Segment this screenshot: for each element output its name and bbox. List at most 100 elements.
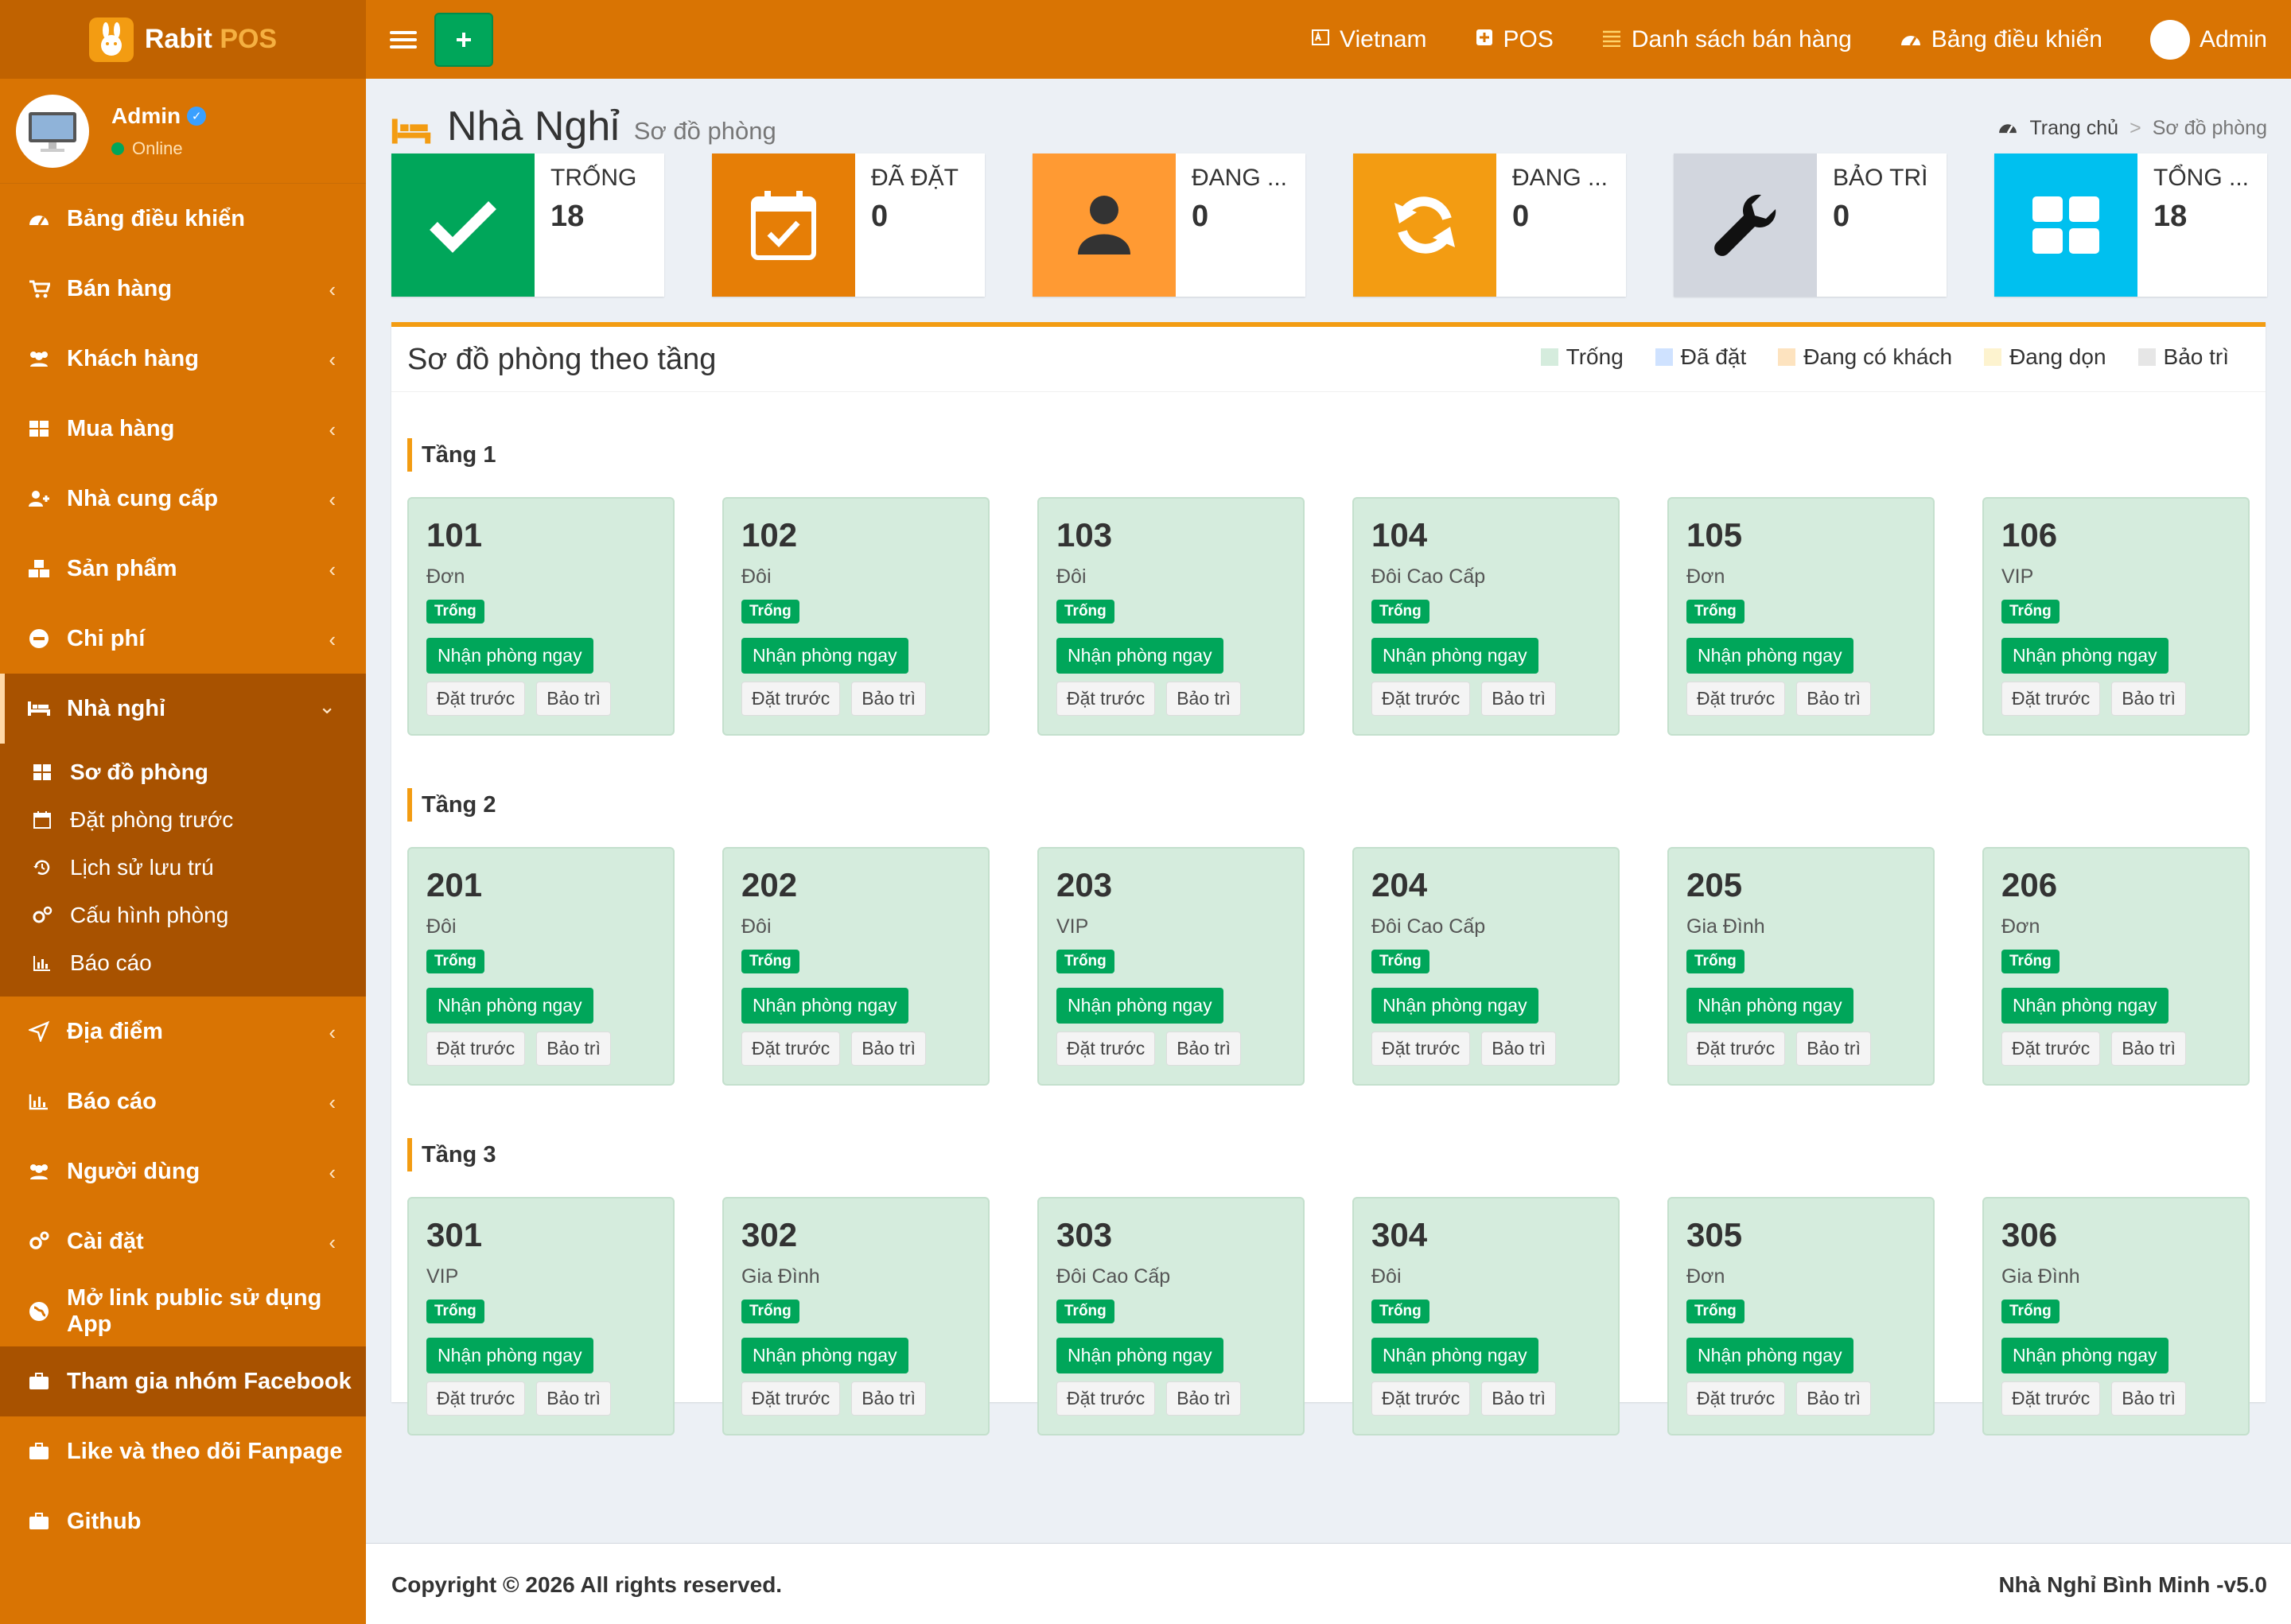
room-card[interactable]: 301 VIP Trống Nhận phòng ngay Đặt trước Bảo t… [407,1197,675,1436]
add-button[interactable] [434,12,493,67]
book-button[interactable]: Đặt trước [1056,682,1156,716]
maintenance-button[interactable]: Bảo trì [1481,682,1556,716]
pos-link[interactable]: POS [1475,26,1554,53]
room-card[interactable]: 302 Gia Đình Trống Nhận phòng ngay Đặt trước… [722,1197,990,1436]
sidebar-subitem-booking[interactable]: Đặt phòng trước [0,796,366,844]
room-card[interactable]: 305 Đơn Trống Nhận phòng ngay Đặt trước Bảo t… [1667,1197,1935,1436]
sidebar-item-purchases[interactable]: Mua hàng ‹ [0,394,366,464]
maintenance-button[interactable]: Bảo trì [2111,682,2186,716]
book-button[interactable]: Đặt trước [426,1381,526,1416]
maintenance-button[interactable]: Bảo trì [851,1032,926,1066]
checkin-button[interactable]: Nhận phòng ngay [741,988,908,1024]
room-card[interactable]: 202 Đôi Trống Nhận phòng ngay Đặt trước Bảo t… [722,847,990,1086]
book-button[interactable]: Đặt trước [1371,1381,1471,1416]
checkin-button[interactable]: Nhận phòng ngay [426,638,593,674]
sidebar-item-suppliers[interactable]: Nhà cung cấp ‹ [0,464,366,534]
book-button[interactable]: Đặt trước [741,1032,841,1066]
admin-menu[interactable]: Admin [2149,19,2267,60]
maintenance-button[interactable]: Bảo trì [1796,1381,1871,1416]
checkin-button[interactable]: Nhận phòng ngay [2001,1338,2168,1373]
book-button[interactable]: Đặt trước [1371,1032,1471,1066]
room-card[interactable]: 304 Đôi Trống Nhận phòng ngay Đặt trước Bảo t… [1352,1197,1620,1436]
room-card[interactable]: 201 Đôi Trống Nhận phòng ngay Đặt trước Bảo t… [407,847,675,1086]
maintenance-button[interactable]: Bảo trì [1796,682,1871,716]
room-card[interactable]: 303 Đôi Cao Cấp Trống Nhận phòng ngay Đặt tr… [1037,1197,1305,1436]
sidebar-item-fanpage[interactable]: Like và theo dõi Fanpage [0,1416,366,1486]
checkin-button[interactable]: Nhận phòng ngay [1371,1338,1538,1373]
maintenance-button[interactable]: Bảo trì [1166,1032,1241,1066]
maintenance-button[interactable]: Bảo trì [1796,1032,1871,1066]
room-card[interactable]: 103 Đôi Trống Nhận phòng ngay Đặt trước Bảo t… [1037,497,1305,736]
checkin-button[interactable]: Nhận phòng ngay [2001,988,2168,1024]
language-selector[interactable]: Vietnam [1311,26,1427,53]
sidebar-item-facebook-group[interactable]: Tham gia nhóm Facebook [0,1346,366,1416]
checkin-button[interactable]: Nhận phòng ngay [1056,1338,1223,1373]
maintenance-button[interactable]: Bảo trì [2111,1032,2186,1066]
checkin-button[interactable]: Nhận phòng ngay [741,1338,908,1373]
room-card[interactable]: 105 Đơn Trống Nhận phòng ngay Đặt trước Bảo t… [1667,497,1935,736]
room-card[interactable]: 206 Đơn Trống Nhận phòng ngay Đặt trước Bảo t… [1982,847,2250,1086]
sidebar-item-guesthouse[interactable]: Nhà nghỉ ⌄ [0,674,366,744]
room-card[interactable]: 204 Đôi Cao Cấp Trống Nhận phòng ngay Đặt tr… [1352,847,1620,1086]
sidebar-item-public-link[interactable]: Mở link public sử dụng App [0,1276,366,1346]
checkin-button[interactable]: Nhận phòng ngay [426,988,593,1024]
maintenance-button[interactable]: Bảo trì [536,1032,611,1066]
book-button[interactable]: Đặt trước [426,682,526,716]
maintenance-button[interactable]: Bảo trì [1166,1381,1241,1416]
sidebar-item-github[interactable]: Github [0,1486,366,1556]
hamburger-menu-icon[interactable] [390,28,417,52]
book-button[interactable]: Đặt trước [1686,682,1786,716]
sidebar-subitem-room-map[interactable]: Sơ đồ phòng [0,748,366,796]
sidebar-item-settings[interactable]: Cài đặt ‹ [0,1206,366,1276]
maintenance-button[interactable]: Bảo trì [1166,682,1241,716]
checkin-button[interactable]: Nhận phòng ngay [1371,988,1538,1024]
book-button[interactable]: Đặt trước [1056,1381,1156,1416]
room-card[interactable]: 104 Đôi Cao Cấp Trống Nhận phòng ngay Đặt tr… [1352,497,1620,736]
sidebar-item-expenses[interactable]: Chi phí ‹ [0,604,366,674]
room-card[interactable]: 205 Gia Đình Trống Nhận phòng ngay Đặt trước… [1667,847,1935,1086]
maintenance-button[interactable]: Bảo trì [536,682,611,716]
dashboard-link[interactable]: Bảng điều khiển [1900,26,2102,53]
book-button[interactable]: Đặt trước [2001,1381,2101,1416]
room-card[interactable]: 203 VIP Trống Nhận phòng ngay Đặt trước Bảo t… [1037,847,1305,1086]
sidebar-item-dashboard[interactable]: Bảng điều khiển [0,184,366,254]
sidebar-item-locations[interactable]: Địa điểm ‹ [0,997,366,1066]
sidebar-item-customers[interactable]: Khách hàng ‹ [0,324,366,394]
sidebar-item-products[interactable]: Sản phẩm ‹ [0,534,366,604]
book-button[interactable]: Đặt trước [426,1032,526,1066]
book-button[interactable]: Đặt trước [1686,1032,1786,1066]
checkin-button[interactable]: Nhận phòng ngay [2001,638,2168,674]
checkin-button[interactable]: Nhận phòng ngay [1371,638,1538,674]
maintenance-button[interactable]: Bảo trì [851,682,926,716]
checkin-button[interactable]: Nhận phòng ngay [1056,988,1223,1024]
book-button[interactable]: Đặt trước [1056,1032,1156,1066]
breadcrumb-home[interactable]: Trang chủ [2029,117,2118,140]
checkin-button[interactable]: Nhận phòng ngay [741,638,908,674]
room-card[interactable]: 102 Đôi Trống Nhận phòng ngay Đặt trước Bảo t… [722,497,990,736]
checkin-button[interactable]: Nhận phòng ngay [1686,988,1853,1024]
book-button[interactable]: Đặt trước [2001,1032,2101,1066]
book-button[interactable]: Đặt trước [741,1381,841,1416]
sidebar-subitem-room-config[interactable]: Cấu hình phòng [0,892,366,939]
book-button[interactable]: Đặt trước [2001,682,2101,716]
sidebar-item-users[interactable]: Người dùng ‹ [0,1136,366,1206]
room-card[interactable]: 106 VIP Trống Nhận phòng ngay Đặt trước Bảo t… [1982,497,2250,736]
checkin-button[interactable]: Nhận phòng ngay [1686,1338,1853,1373]
sidebar-item-reports[interactable]: Báo cáo ‹ [0,1066,366,1136]
checkin-button[interactable]: Nhận phòng ngay [1056,638,1223,674]
maintenance-button[interactable]: Bảo trì [1481,1032,1556,1066]
sidebar-item-sales[interactable]: Bán hàng ‹ [0,254,366,324]
book-button[interactable]: Đặt trước [741,682,841,716]
sidebar-subitem-report[interactable]: Báo cáo [0,939,366,987]
sales-list-link[interactable]: Danh sách bán hàng [1601,26,1852,53]
maintenance-button[interactable]: Bảo trì [536,1381,611,1416]
sidebar-subitem-stay-history[interactable]: Lịch sử lưu trú [0,844,366,892]
maintenance-button[interactable]: Bảo trì [1481,1381,1556,1416]
checkin-button[interactable]: Nhận phòng ngay [1686,638,1853,674]
maintenance-button[interactable]: Bảo trì [851,1381,926,1416]
book-button[interactable]: Đặt trước [1371,682,1471,716]
checkin-button[interactable]: Nhận phòng ngay [426,1338,593,1373]
logo[interactable]: Rabit POS [0,0,366,79]
book-button[interactable]: Đặt trước [1686,1381,1786,1416]
room-card[interactable]: 101 Đơn Trống Nhận phòng ngay Đặt trước Bảo t… [407,497,675,736]
